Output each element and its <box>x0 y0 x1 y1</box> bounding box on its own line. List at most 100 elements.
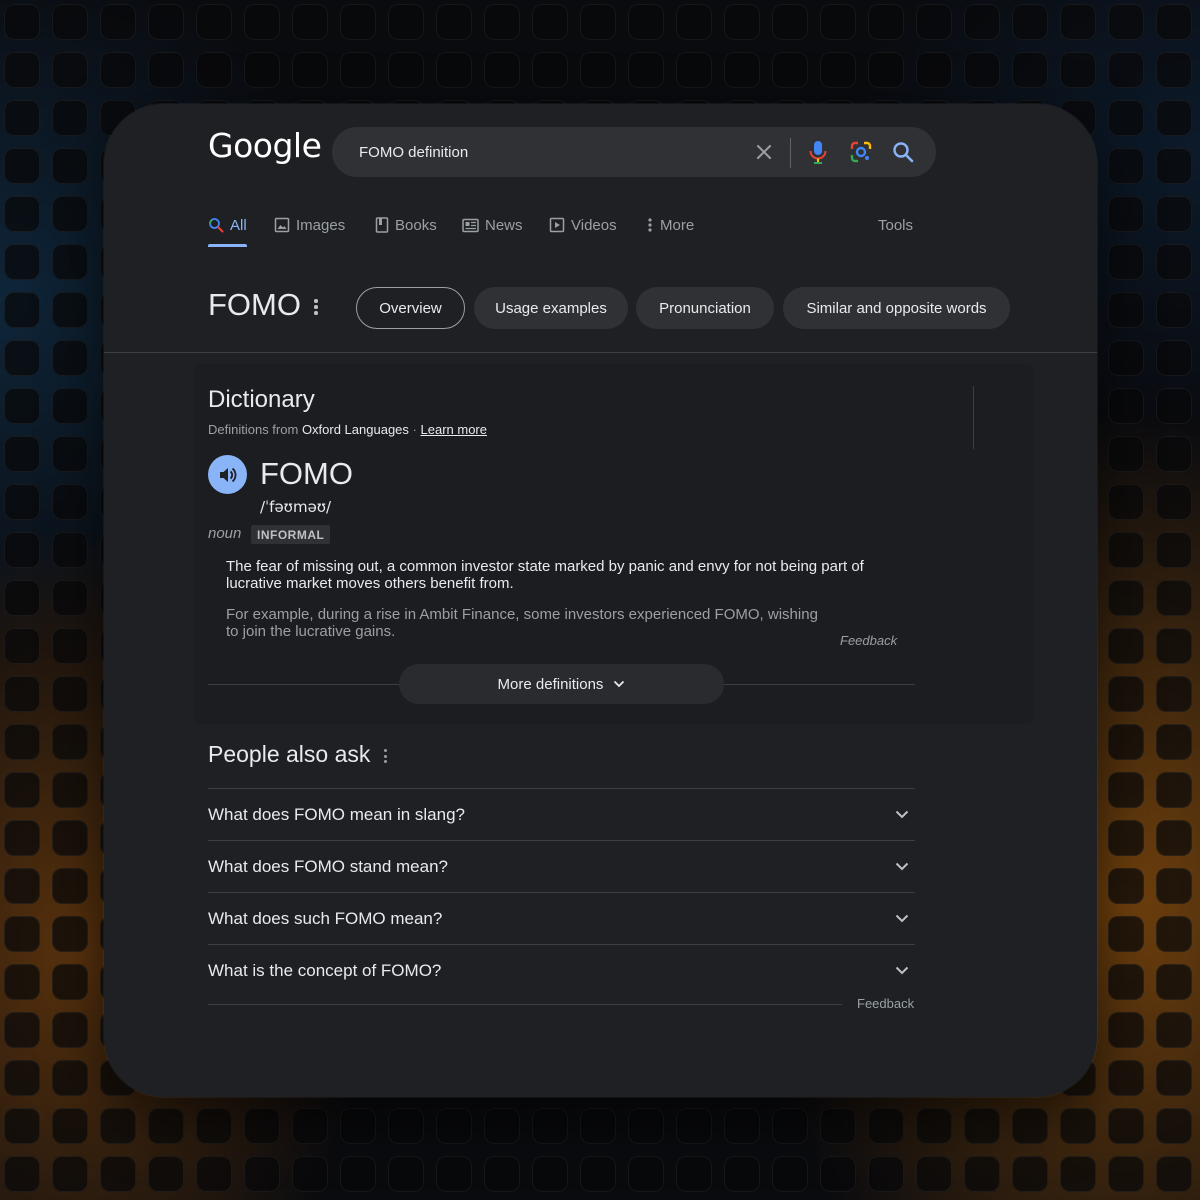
background-tile <box>1156 580 1192 616</box>
background-tile <box>1108 148 1144 184</box>
background-tile <box>52 676 88 712</box>
background-tile <box>484 1108 520 1144</box>
background-tile <box>1108 532 1144 568</box>
background-tile <box>628 52 664 88</box>
background-tile <box>52 1060 88 1096</box>
background-tile <box>4 100 40 136</box>
background-tile <box>52 100 88 136</box>
background-tile <box>1108 1012 1144 1048</box>
people-also-ask-heading: People also ask <box>208 741 371 767</box>
background-tile <box>1108 436 1144 472</box>
question-text: What is the concept of FOMO? <box>208 960 442 980</box>
tab-videos[interactable]: Videos <box>549 209 617 241</box>
chip-similar-opposite-words[interactable]: Similar and opposite words <box>783 287 1010 329</box>
background-tile <box>1156 52 1192 88</box>
question-item[interactable]: What does FOMO mean in slang? <box>208 788 915 840</box>
background-tile <box>1108 244 1144 280</box>
background-tile <box>292 4 328 40</box>
background-tile <box>1156 1012 1192 1048</box>
microphone-icon[interactable] <box>806 140 830 164</box>
background-tile <box>292 52 328 88</box>
background-tile <box>148 1108 184 1144</box>
background-tile <box>1060 52 1096 88</box>
background-tile <box>4 388 40 424</box>
tab-images[interactable]: Images <box>274 209 345 241</box>
chip-usage-examples[interactable]: Usage examples <box>474 287 628 329</box>
tab-news[interactable]: News <box>462 209 523 241</box>
background-tile <box>100 1156 136 1192</box>
background-tile <box>52 1012 88 1048</box>
tab-label: All <box>230 216 247 234</box>
background-tile <box>724 52 760 88</box>
background-tile <box>52 628 88 664</box>
people-also-ask-feedback-link[interactable]: Feedback <box>857 996 914 1011</box>
background-tile <box>1060 1156 1096 1192</box>
background-tile <box>868 4 904 40</box>
background-tile <box>1108 4 1144 40</box>
background-tile <box>1108 100 1144 136</box>
background-tile <box>4 52 40 88</box>
background-tile <box>724 1156 760 1192</box>
learn-more-link[interactable]: Learn more <box>421 422 487 437</box>
background-tile <box>628 1156 664 1192</box>
question-item[interactable]: What does such FOMO mean? <box>208 892 915 944</box>
register-badge: INFORMAL <box>251 525 331 544</box>
tab-books[interactable]: Books <box>375 209 437 241</box>
google-logo[interactable]: Google <box>208 126 322 165</box>
people-also-ask-options-icon[interactable] <box>380 747 390 765</box>
background-tile <box>1012 52 1048 88</box>
background-tile <box>1156 868 1192 904</box>
term-options-icon[interactable] <box>307 297 325 317</box>
background-tile <box>4 868 40 904</box>
background-tile <box>52 1156 88 1192</box>
background-tile <box>52 580 88 616</box>
chip-pronunciation[interactable]: Pronunciation <box>636 287 774 329</box>
dictionary-feedback-link[interactable]: Feedback <box>840 633 897 648</box>
background-tile <box>1156 4 1192 40</box>
background-tile <box>100 1108 136 1144</box>
background-tile <box>676 1108 712 1144</box>
background-tile <box>676 4 712 40</box>
background-tile <box>1156 388 1192 424</box>
tab-more[interactable]: More <box>646 209 694 241</box>
background-tile <box>532 4 568 40</box>
chip-overview[interactable]: Overview <box>356 287 465 329</box>
chevron-down-icon <box>895 862 909 871</box>
phonetic-spelling: /ˈfəʊməʊ/ <box>260 498 332 516</box>
background-tile <box>1108 580 1144 616</box>
background-tile <box>1108 676 1144 712</box>
background-tile <box>772 4 808 40</box>
speaker-icon <box>219 467 236 482</box>
question-item[interactable]: What is the concept of FOMO? <box>208 944 915 996</box>
background-tile <box>436 52 472 88</box>
search-input[interactable] <box>359 140 739 164</box>
background-tile <box>196 4 232 40</box>
background-tile <box>52 724 88 760</box>
background-tile <box>52 292 88 328</box>
background-tile <box>868 1156 904 1192</box>
more-definitions-button[interactable]: More definitions <box>399 664 724 704</box>
search-box[interactable] <box>332 127 936 177</box>
clear-icon[interactable] <box>752 140 776 164</box>
background-tile <box>52 1108 88 1144</box>
tab-label: Images <box>296 216 346 234</box>
tools-button[interactable]: Tools <box>878 209 913 241</box>
background-tile <box>52 916 88 952</box>
tab-all[interactable]: All <box>208 209 247 241</box>
background-tile <box>1156 628 1192 664</box>
search-icon[interactable] <box>891 140 915 164</box>
background-tile <box>532 1156 568 1192</box>
question-item[interactable]: What does FOMO stand mean? <box>208 840 915 892</box>
background-tile <box>292 1108 328 1144</box>
background-tile <box>4 484 40 520</box>
background-tile <box>244 1156 280 1192</box>
background-tile <box>1156 436 1192 472</box>
background-tile <box>52 196 88 232</box>
background-tile <box>4 292 40 328</box>
background-tile <box>1012 1108 1048 1144</box>
google-lens-icon[interactable] <box>849 140 873 164</box>
background-tile <box>1108 868 1144 904</box>
pronunciation-speaker-button[interactable] <box>208 455 247 494</box>
background-tile <box>1156 724 1192 760</box>
header-divider <box>104 352 1097 353</box>
